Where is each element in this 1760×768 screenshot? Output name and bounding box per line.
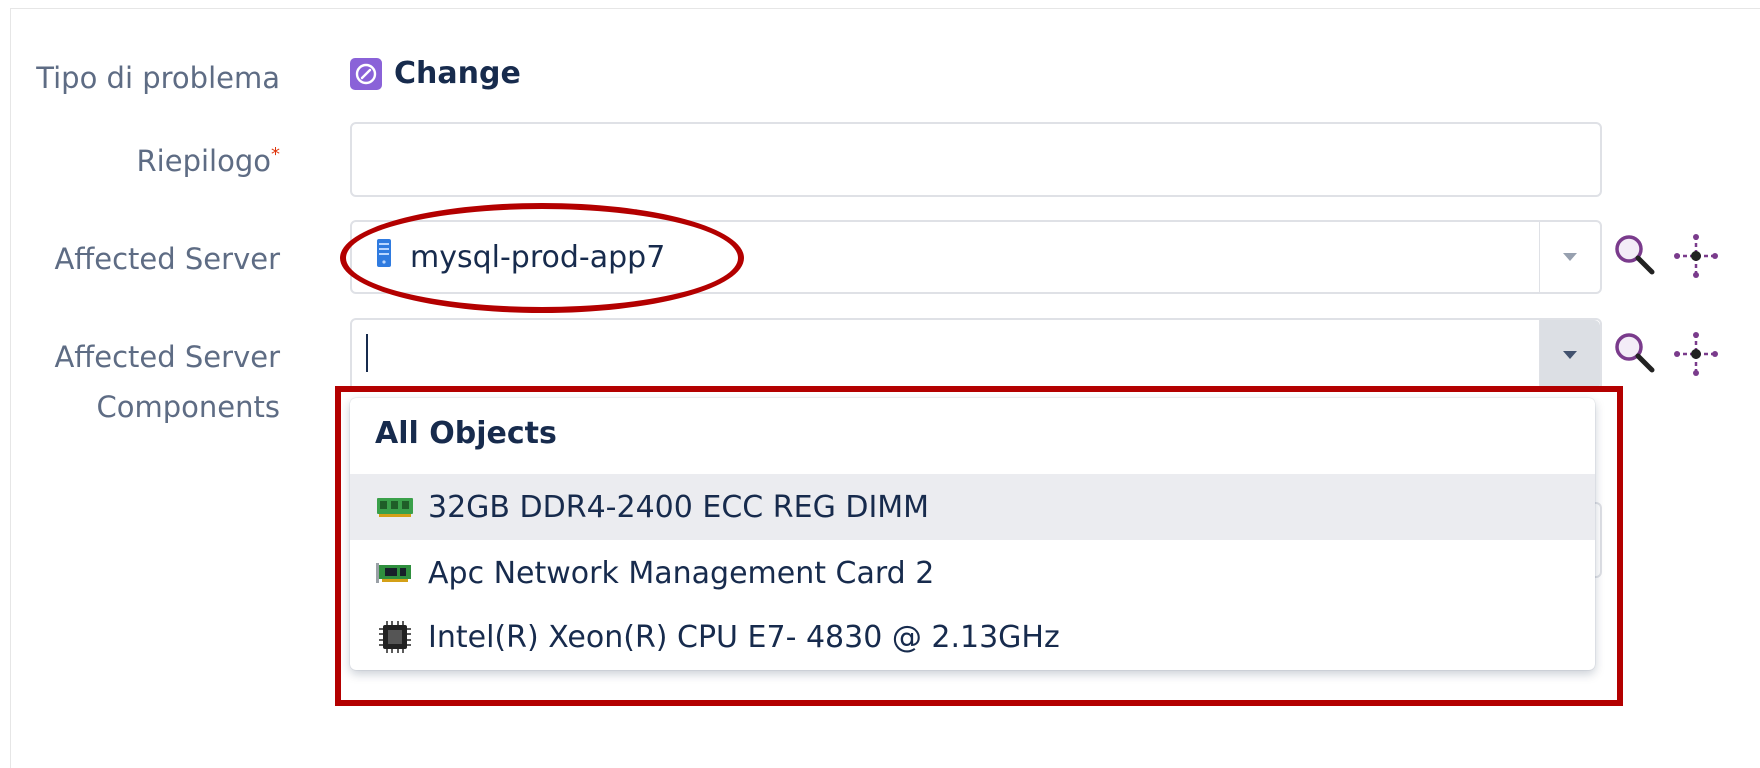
- summary-label-text: Riepilogo: [136, 144, 271, 178]
- summary-input[interactable]: [350, 122, 1602, 197]
- affected-components-label-line2: Components: [96, 390, 280, 424]
- affected-components-select[interactable]: [350, 318, 1602, 392]
- search-icon[interactable]: [1612, 232, 1660, 284]
- affected-server-tools: [1612, 232, 1720, 284]
- change-icon: [350, 57, 382, 90]
- chevron-down-icon: [1563, 351, 1577, 359]
- chevron-down-icon: [1563, 253, 1577, 261]
- affected-components-tools: [1612, 330, 1720, 382]
- affected-server-label: Affected Server: [54, 242, 280, 276]
- issue-type-label: Tipo di problema: [36, 61, 280, 95]
- affected-server-dropdown-toggle[interactable]: [1539, 222, 1600, 292]
- issue-type-value[interactable]: Change: [350, 56, 521, 91]
- affected-components-label-line1: Affected Server: [54, 340, 280, 374]
- text-cursor: [366, 334, 368, 372]
- affected-components-label: Affected Server Components: [54, 332, 280, 432]
- graph-icon[interactable]: [1672, 232, 1720, 284]
- graph-icon[interactable]: [1672, 330, 1720, 382]
- required-asterisk: *: [271, 144, 280, 165]
- search-icon[interactable]: [1612, 330, 1660, 382]
- affected-components-dropdown-toggle[interactable]: [1539, 320, 1600, 390]
- summary-label: Riepilogo*: [137, 138, 280, 184]
- annotation-oval: [340, 203, 744, 313]
- issue-type-text: Change: [394, 56, 521, 91]
- annotation-rectangle: [335, 386, 1623, 706]
